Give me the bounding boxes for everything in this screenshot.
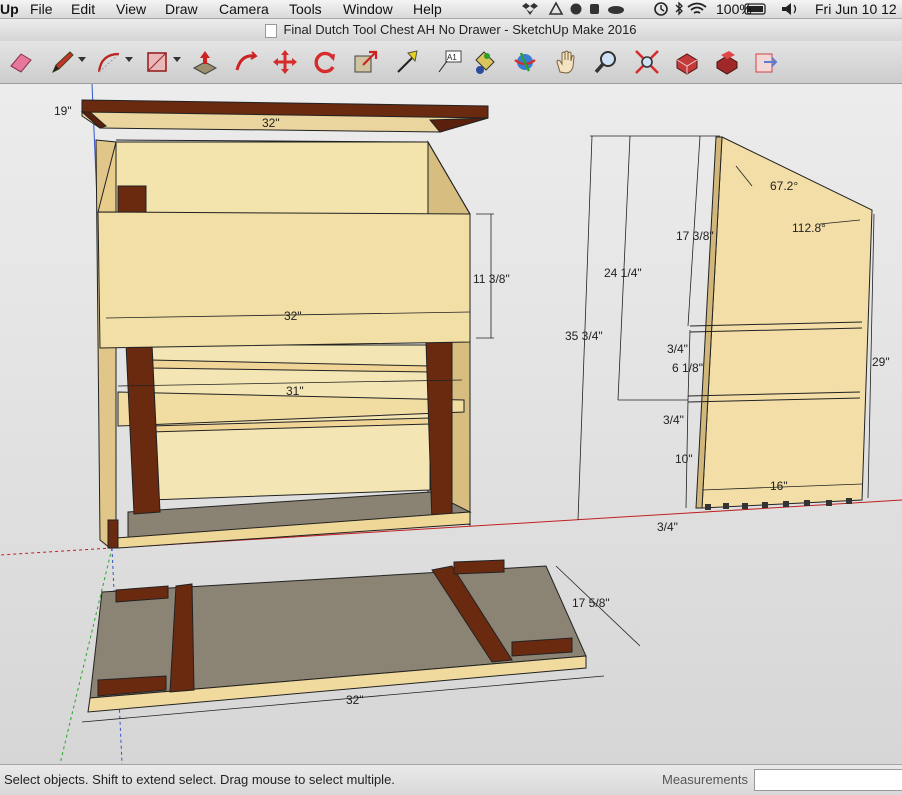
dim-depth: 16"	[770, 479, 788, 493]
dim-total-height: 35 3/4"	[565, 329, 603, 343]
rotate-icon	[314, 51, 335, 74]
rectangle-icon	[147, 52, 167, 72]
follow-me-icon	[235, 51, 258, 71]
text-tool-button[interactable]: A1	[434, 47, 464, 77]
hand-icon	[556, 50, 575, 74]
orbit-tool-button[interactable]	[510, 47, 540, 77]
arc-icon	[97, 52, 120, 73]
dim-rail-b: 3/4"	[663, 413, 684, 427]
tape-measure-tool-button[interactable]	[392, 47, 422, 77]
rectangle-tool-button[interactable]	[142, 47, 172, 77]
menu-draw[interactable]: Draw	[165, 0, 198, 18]
share-icon	[755, 53, 778, 73]
dim-top-section: 17 3/8"	[676, 229, 714, 243]
push-pull-icon	[192, 51, 218, 75]
pan-tool-button[interactable]	[551, 47, 581, 77]
share-model-button[interactable]	[751, 47, 781, 77]
measurements-input[interactable]	[754, 769, 902, 791]
chest-carcass[interactable]	[95, 139, 472, 549]
menubar-clock[interactable]: Fri Jun 10 12	[815, 0, 897, 18]
menu-view[interactable]: View	[116, 0, 146, 18]
text-label-icon: A1	[438, 50, 462, 73]
dim-top-left: 19"	[54, 104, 72, 118]
scale-tool-button[interactable]	[351, 47, 381, 77]
hand-icon[interactable]	[590, 4, 599, 14]
zoom-tool-button[interactable]	[591, 47, 621, 77]
dim-shelf-width: 31"	[286, 384, 304, 398]
pencil-tool-button[interactable]	[48, 47, 78, 77]
app-menu[interactable]: Up	[0, 0, 19, 18]
push-pull-tool-button[interactable]	[190, 47, 220, 77]
dim-front-width: 32"	[284, 309, 302, 323]
extension-warehouse-button[interactable]	[712, 47, 742, 77]
dim-bottom-depth: 17 5/8"	[572, 596, 610, 610]
dim-middle-section: 6 1/8"	[672, 361, 703, 375]
menu-camera[interactable]: Camera	[219, 0, 269, 18]
pencil-dropdown-icon[interactable]	[78, 57, 86, 62]
warehouse-icon	[676, 53, 698, 75]
cloud-icon[interactable]	[608, 6, 624, 14]
chest-lid[interactable]	[80, 99, 489, 133]
tape-measure-icon	[397, 50, 418, 73]
modeling-viewport[interactable]: 19" 32" 11 3/8" 32" 31" 35 3/4" 24 1/4" …	[0, 84, 902, 764]
menu-tools[interactable]: Tools	[289, 0, 322, 18]
menu-bar: Up File Edit View Draw Camera Tools Wind…	[0, 0, 902, 19]
3d-warehouse-button[interactable]	[672, 47, 702, 77]
rectangle-dropdown-icon[interactable]	[173, 57, 181, 62]
status-bar: Select objects. Shift to extend select. …	[0, 764, 902, 795]
paint-bucket-tool-button[interactable]	[469, 47, 499, 77]
bluetooth-icon[interactable]	[675, 1, 683, 16]
battery-percent: 100%	[716, 1, 752, 17]
arc-dropdown-icon[interactable]	[125, 57, 133, 62]
extension-warehouse-icon	[716, 51, 738, 75]
dim-mid-height: 24 1/4"	[604, 266, 642, 280]
dim-angle-right: 112.8°	[792, 221, 826, 235]
move-icon	[273, 50, 297, 74]
dim-right-height: 29"	[872, 355, 890, 369]
dim-front-height: 11 3/8"	[473, 272, 510, 286]
drive-icon[interactable]	[548, 1, 564, 15]
dim-bottom-section: 10"	[675, 452, 693, 466]
dropbox-icon[interactable]	[522, 3, 538, 15]
svg-text:A1: A1	[447, 53, 457, 62]
zoom-extents-tool-button[interactable]	[632, 47, 662, 77]
timemachine-icon[interactable]	[654, 2, 668, 16]
zoom-extents-icon	[635, 50, 659, 74]
scale-icon	[354, 50, 378, 73]
dim-bottom-width: 32"	[346, 693, 364, 707]
wifi-icon[interactable]	[687, 2, 707, 14]
dim-rail-a: 3/4"	[667, 342, 688, 356]
chest-bottom-panel[interactable]	[87, 559, 587, 713]
menu-window[interactable]: Window	[343, 0, 393, 18]
rotate-tool-button[interactable]	[310, 47, 340, 77]
dim-lid-width: 32"	[262, 116, 280, 130]
follow-me-tool-button[interactable]	[230, 47, 260, 77]
dim-base: 3/4"	[657, 520, 678, 534]
status-message: Select objects. Shift to extend select. …	[4, 772, 395, 787]
menu-file[interactable]: File	[30, 0, 53, 18]
dim-angle-top: 67.2°	[770, 179, 798, 193]
measurements-label: Measurements	[662, 772, 748, 787]
document-icon	[265, 23, 278, 38]
move-tool-button[interactable]	[270, 47, 300, 77]
arc-tool-button[interactable]	[94, 47, 124, 77]
evernote-icon[interactable]	[570, 3, 582, 15]
pencil-icon	[52, 51, 74, 74]
toolbar: A1	[0, 41, 902, 84]
volume-icon[interactable]	[782, 3, 797, 15]
menu-edit[interactable]: Edit	[71, 0, 95, 18]
paint-bucket-icon	[475, 51, 495, 74]
eraser-tool-button[interactable]	[6, 47, 36, 77]
window-title: Final Dutch Tool Chest AH No Drawer - Sk…	[283, 22, 637, 37]
magnifier-icon	[594, 51, 616, 74]
menu-help[interactable]: Help	[413, 0, 442, 18]
eraser-icon	[10, 53, 32, 73]
orbit-icon	[514, 52, 536, 72]
window-title-bar[interactable]: Final Dutch Tool Chest AH No Drawer - Sk…	[0, 19, 902, 41]
